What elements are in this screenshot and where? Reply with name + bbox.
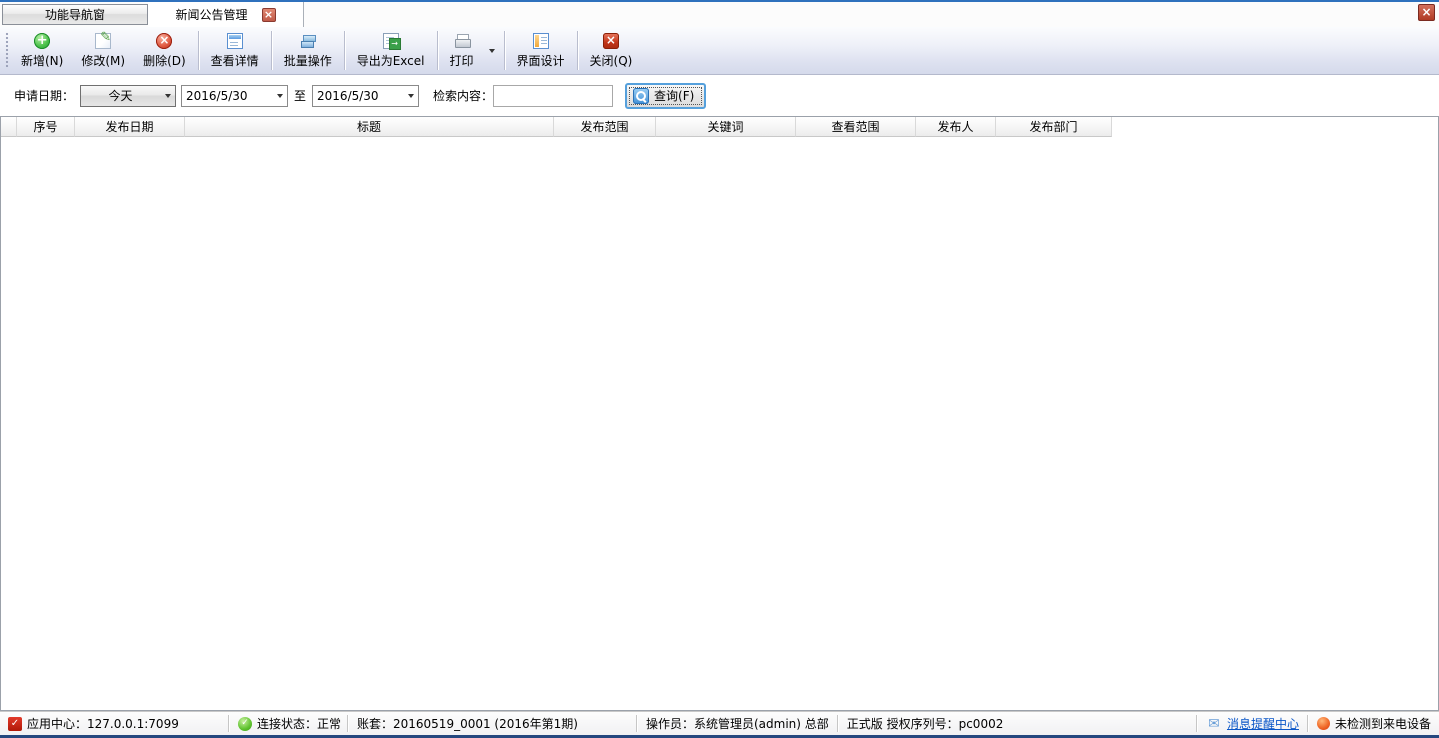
view-detail-button[interactable]: 查看详情 [202, 27, 268, 74]
toolbar: 新增(N) 修改(M) 删除(D) 查看详情 批量操作 导出为Excel [0, 27, 1439, 75]
add-button[interactable]: 新增(N) [12, 27, 72, 74]
chevron-down-icon [160, 94, 175, 98]
print-split-button: 打印 [441, 27, 501, 74]
chevron-down-icon [272, 94, 287, 98]
toolbar-separator [577, 31, 578, 70]
tab-function-nav[interactable]: 功能导航窗 [2, 4, 148, 25]
search-icon [633, 88, 649, 104]
edit-button[interactable]: 修改(M) [72, 27, 134, 74]
delete-button[interactable]: 删除(D) [134, 27, 195, 74]
app-window: 功能导航窗 新闻公告管理 新增(N) 修改(M) 删除(D) 查看详情 [0, 0, 1439, 738]
toolbar-separator [504, 31, 505, 70]
chevron-down-icon [403, 94, 418, 98]
delete-icon [156, 33, 172, 49]
edit-button-label: 修改(M) [81, 52, 125, 69]
ui-design-button[interactable]: 界面设计 [508, 27, 574, 74]
grid-header-filler [1112, 117, 1438, 137]
view-detail-button-label: 查看详情 [211, 52, 259, 69]
ui-design-button-label: 界面设计 [517, 52, 565, 69]
column-header-publish-dept[interactable]: 发布部门 [996, 117, 1112, 137]
license-text: 正式版 授权序列号：pc0002 [847, 715, 1004, 732]
account-set-text: 账套：20160519_0001 (2016年第1期) [357, 715, 578, 732]
tab-strip: 功能导航窗 新闻公告管理 [0, 0, 1439, 27]
delete-button-label: 删除(D) [143, 52, 186, 69]
app-center-text: 应用中心：127.0.0.1:7099 [27, 715, 179, 732]
tab-news-management-label: 新闻公告管理 [175, 6, 247, 23]
column-header-keywords[interactable]: 关键词 [656, 117, 796, 137]
status-app-center: 应用中心：127.0.0.1:7099 [0, 712, 228, 735]
date-to-value: 2016/5/30 [313, 89, 403, 103]
query-button-label: 查询(F) [654, 87, 694, 104]
status-message-center[interactable]: 消息提醒中心 [1198, 712, 1307, 735]
export-excel-button[interactable]: 导出为Excel [348, 27, 434, 74]
column-header-view-scope[interactable]: 查看范围 [796, 117, 916, 137]
date-to-picker[interactable]: 2016/5/30 [312, 85, 419, 107]
tab-news-management[interactable]: 新闻公告管理 [148, 2, 304, 27]
device-status-text: 未检测到来电设备 [1335, 715, 1431, 732]
print-icon [454, 33, 470, 49]
status-device: 未检测到来电设备 [1309, 712, 1439, 735]
ui-design-icon [533, 33, 549, 49]
view-detail-icon [227, 33, 243, 49]
filter-bar: 申请日期： 今天 2016/5/30 至 2016/5/30 检索内容： 查询(… [0, 75, 1439, 116]
app-center-icon [8, 717, 22, 731]
column-header-seq[interactable]: 序号 [17, 117, 75, 137]
export-excel-button-label: 导出为Excel [357, 52, 425, 69]
status-bar: 应用中心：127.0.0.1:7099 连接状态：正常 账套：20160519_… [0, 711, 1439, 735]
device-alert-icon [1317, 717, 1330, 730]
announcement-grid: 序号 发布日期 标题 发布范围 关键词 查看范围 发布人 发布部门 [0, 116, 1439, 711]
date-from-picker[interactable]: 2016/5/30 [181, 85, 288, 107]
batch-operation-button-label: 批量操作 [284, 52, 332, 69]
add-button-label: 新增(N) [21, 52, 63, 69]
toolbar-separator [344, 31, 345, 70]
toolbar-separator [437, 31, 438, 70]
date-from-value: 2016/5/30 [182, 89, 272, 103]
toolbar-grip[interactable] [4, 32, 10, 69]
row-indicator-header[interactable] [1, 117, 17, 137]
toolbar-separator [271, 31, 272, 70]
status-license: 正式版 授权序列号：pc0002 [839, 712, 1196, 735]
mail-icon [1206, 716, 1222, 732]
column-header-publish-scope[interactable]: 发布范围 [554, 117, 656, 137]
date-filter-label: 申请日期： [14, 87, 74, 104]
tabstrip-spacer [304, 2, 1418, 27]
tab-function-nav-label: 功能导航窗 [45, 6, 105, 23]
query-button[interactable]: 查询(F) [625, 83, 706, 109]
connection-text: 连接状态：正常 [257, 715, 341, 732]
status-operator: 操作员：系统管理员(admin) 总部 [638, 712, 837, 735]
status-connection: 连接状态：正常 [230, 712, 347, 735]
batch-operation-icon [300, 33, 316, 49]
column-header-publisher[interactable]: 发布人 [916, 117, 996, 137]
date-preset-select[interactable]: 今天 [80, 85, 176, 107]
export-excel-icon [383, 33, 399, 49]
connection-ok-icon [238, 717, 252, 731]
operator-text: 操作员：系统管理员(admin) 总部 [646, 715, 829, 732]
search-input[interactable] [493, 85, 613, 107]
column-header-publish-date[interactable]: 发布日期 [75, 117, 185, 137]
tab-close-icon[interactable] [262, 8, 276, 22]
toolbar-separator [198, 31, 199, 70]
close-button-label: 关闭(Q) [590, 52, 633, 69]
add-icon [34, 33, 50, 49]
close-icon [603, 33, 619, 49]
print-button[interactable]: 打印 [441, 27, 483, 74]
print-dropdown-button[interactable] [483, 27, 501, 74]
close-button[interactable]: 关闭(Q) [581, 27, 642, 74]
batch-operation-button[interactable]: 批量操作 [275, 27, 341, 74]
print-button-label: 打印 [450, 52, 474, 69]
grid-body-empty[interactable] [1, 137, 1438, 710]
edit-icon [95, 33, 111, 49]
date-to-label: 至 [294, 87, 306, 104]
search-label: 检索内容： [433, 87, 493, 104]
date-preset-value: 今天 [81, 87, 160, 104]
status-account-set: 账套：20160519_0001 (2016年第1期) [349, 712, 636, 735]
grid-header-row: 序号 发布日期 标题 发布范围 关键词 查看范围 发布人 发布部门 [1, 117, 1438, 137]
window-close-icon[interactable] [1418, 4, 1435, 21]
chevron-down-icon [489, 49, 495, 53]
message-center-link[interactable]: 消息提醒中心 [1227, 715, 1299, 732]
column-header-title[interactable]: 标题 [185, 117, 554, 137]
